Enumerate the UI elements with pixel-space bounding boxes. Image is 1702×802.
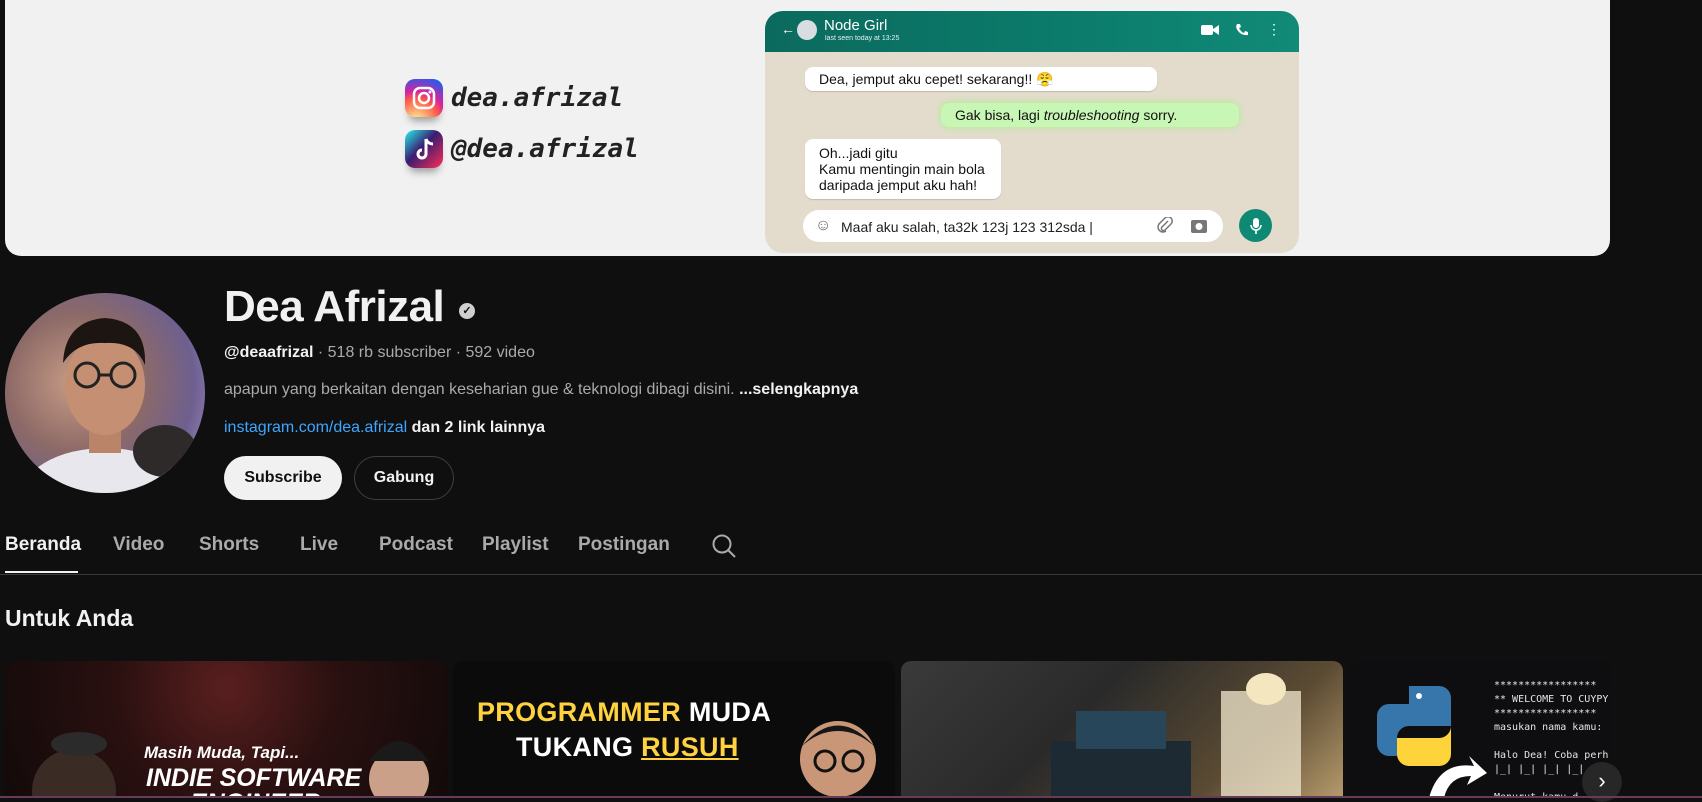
channel-handle: @deaafrizal <box>224 344 314 361</box>
chat-mockup: ← Node Girl last seen today at 13:25 ⋮ D… <box>765 11 1299 253</box>
tiktok-icon <box>405 130 443 168</box>
more-link[interactable]: ...selengkapnya <box>739 381 858 398</box>
instagram-handle-row: dea.afrizal <box>405 79 623 117</box>
channel-description-text: apapun yang berkaitan dengan keseharian … <box>224 381 735 398</box>
chat-message-incoming: Dea, jemput aku cepet! sekarang!! 😤 <box>805 67 1157 91</box>
tab-postingan[interactable]: Postingan <box>578 534 670 556</box>
video-thumbnail[interactable]: ***************** ** WELCOME TO CUYPY **… <box>1349 661 1610 798</box>
emoji-icon: ☺ <box>815 217 832 234</box>
tab-shorts[interactable]: Shorts <box>199 534 259 556</box>
tabs-divider <box>0 574 1702 575</box>
subscribe-button[interactable]: Subscribe <box>224 456 342 500</box>
chat-message-outgoing: Gak bisa, lagi troubleshooting sorry. <box>941 103 1239 127</box>
more-vert-icon: ⋮ <box>1267 21 1281 37</box>
section-title: Untuk Anda <box>5 605 134 631</box>
back-arrow-icon: ← <box>781 21 795 37</box>
more-links-button[interactable]: dan 2 link lainnya <box>412 419 545 436</box>
tiktok-handle: @dea.afrizal <box>451 134 639 164</box>
attach-icon <box>1157 216 1173 238</box>
instagram-handle: dea.afrizal <box>451 83 624 113</box>
channel-links: instagram.com/dea.afrizal dan 2 link lai… <box>224 419 545 437</box>
search-icon[interactable] <box>711 533 737 564</box>
instagram-icon <box>405 79 443 117</box>
video-call-icon <box>1201 23 1219 40</box>
tiktok-handle-row: @dea.afrizal <box>405 130 639 168</box>
mic-icon <box>1239 209 1272 242</box>
contact-avatar <box>797 20 817 40</box>
tab-beranda[interactable]: Beranda <box>5 534 81 556</box>
camera-icon <box>1191 218 1207 236</box>
active-tab-indicator <box>5 571 78 573</box>
channel-description[interactable]: apapun yang berkaitan dengan keseharian … <box>224 381 858 399</box>
channel-meta: @deaafrizal · 518 rb subscriber · 592 vi… <box>224 344 535 362</box>
chat-message-incoming: Oh...jadi gitu Kamu mentingin main bola … <box>805 139 1001 199</box>
verified-badge-icon: ✓ <box>459 303 475 319</box>
video-thumbnail[interactable]: PROGRAMMER MUDA TUKANG RUSUH <box>453 661 895 798</box>
join-button[interactable]: Gabung <box>354 456 454 500</box>
channel-name: Dea Afrizal <box>224 282 445 331</box>
tab-podcast[interactable]: Podcast <box>379 534 453 556</box>
instagram-link[interactable]: instagram.com/dea.afrizal <box>224 419 407 436</box>
video-thumbnail[interactable] <box>901 661 1343 798</box>
channel-banner: dea.afrizal @dea.afrizal ← Node Girl las… <box>5 0 1610 256</box>
phone-call-icon <box>1235 23 1249 40</box>
tab-video[interactable]: Video <box>113 534 164 556</box>
channel-stats: · 518 rb subscriber · 592 video <box>317 344 535 361</box>
chat-contact-name: Node Girl <box>824 17 888 34</box>
tab-playlist[interactable]: Playlist <box>482 534 549 556</box>
chat-message-input: ☺ Maaf aku salah, ta32k 123j 123 312sda … <box>803 210 1223 242</box>
video-thumbnail[interactable]: Masih Muda, Tapi... INDIE SOFTWARE ENGIN… <box>4 661 448 798</box>
chat-header: ← Node Girl last seen today at 13:25 ⋮ <box>765 11 1299 52</box>
chat-last-seen: last seen today at 13:25 <box>825 35 900 42</box>
channel-avatar[interactable] <box>5 293 205 493</box>
tab-live[interactable]: Live <box>300 534 338 556</box>
